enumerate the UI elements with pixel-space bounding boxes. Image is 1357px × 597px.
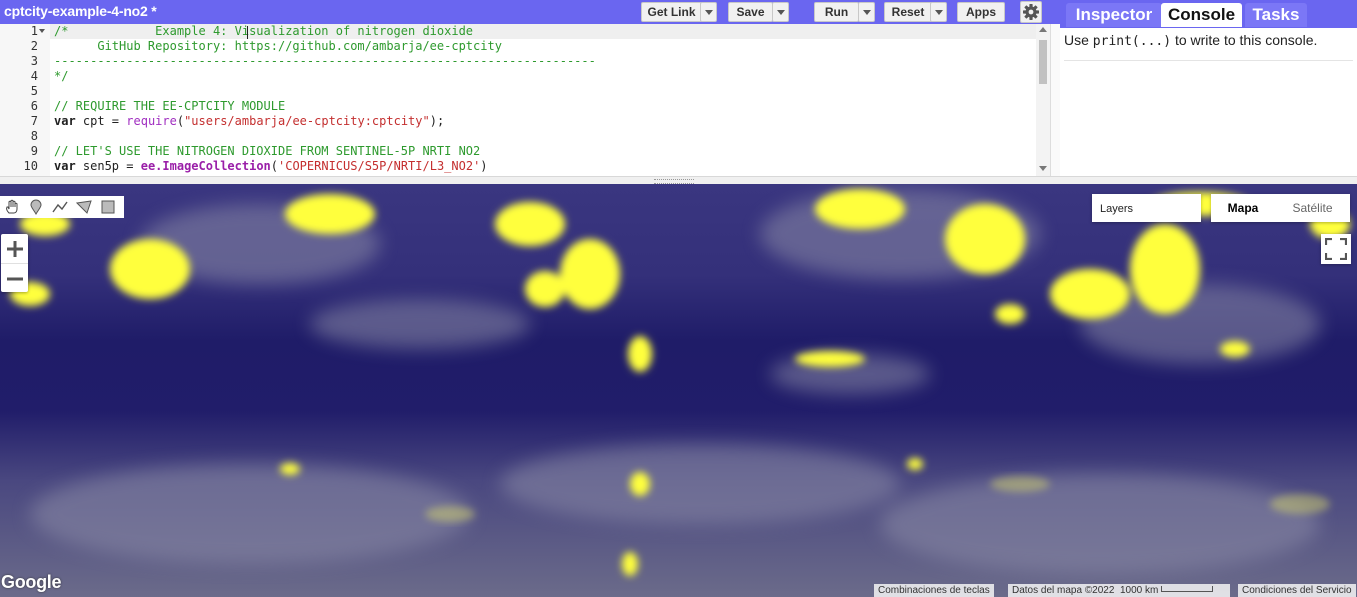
- code-token: // REQUIRE THE EE-CPTCITY MODULE: [54, 99, 286, 113]
- code-line[interactable]: 10 var sen5p = ee.ImageCollection('COPERN…: [0, 159, 1036, 174]
- reset-dropdown-icon[interactable]: [930, 2, 947, 22]
- scroll-down-icon[interactable]: [1039, 166, 1047, 171]
- right-panel-tabs: Inspector Console Tasks: [1060, 0, 1357, 28]
- map-type-control: Mapa Satélite: [1211, 194, 1350, 222]
- code-token: GitHub Repository: https://github.com/am…: [54, 39, 502, 53]
- console-hint-suffix: to write to this console.: [1171, 32, 1318, 48]
- console-panel: Use print(...) to write to this console.: [1060, 28, 1357, 176]
- terms-of-service-link[interactable]: Condiciones del Servicio: [1238, 584, 1356, 597]
- line-number: 1: [30, 24, 38, 38]
- layers-selector[interactable]: Layers: [1092, 194, 1201, 222]
- code-token: );: [429, 114, 445, 128]
- settings-gear-icon[interactable]: [1020, 1, 1042, 23]
- code-line[interactable]: 7 var cpt = require("users/ambarja/ee-cpt…: [0, 114, 1036, 129]
- code-editor[interactable]: 1 /* Example 4: Visualization of nitrogen…: [0, 24, 1050, 176]
- code-token: "users/ambarja/ee-cptcity:cptcity": [184, 114, 430, 128]
- map-data-text: Datos del mapa ©2022: [1012, 585, 1115, 596]
- zoom-out-icon[interactable]: [1, 263, 28, 293]
- code-token: (: [176, 114, 185, 128]
- run-button[interactable]: Run: [814, 2, 859, 22]
- no2-raster-layer: [0, 184, 1357, 597]
- code-token: cpt =: [75, 114, 127, 128]
- code-text: // LET'S USE THE NITROGEN DIOXIDE FROM S…: [54, 144, 480, 159]
- editor-scrollbar[interactable]: [1036, 24, 1050, 176]
- console-hint-code: print(...): [1092, 34, 1172, 49]
- line-number: 8: [30, 129, 38, 143]
- line-number: 6: [30, 99, 38, 113]
- draw-rectangle-icon[interactable]: [96, 196, 120, 218]
- code-text: // REQUIRE THE EE-CPTCITY MODULE: [54, 99, 285, 114]
- code-text: ----------------------------------------…: [54, 54, 596, 69]
- text-cursor: [247, 26, 248, 39]
- pan-hand-icon[interactable]: [0, 196, 24, 218]
- code-token: require: [126, 114, 177, 128]
- code-token: (: [270, 159, 278, 173]
- save-dropdown-icon[interactable]: [772, 2, 789, 22]
- add-marker-icon[interactable]: [24, 196, 48, 218]
- get-link-dropdown-icon[interactable]: [700, 2, 717, 22]
- console-hint: Use print(...) to write to this console.: [1064, 32, 1317, 49]
- vertical-splitter[interactable]: [1050, 24, 1060, 176]
- code-line[interactable]: 1 /* Example 4: Visualization of nitrogen…: [0, 24, 1036, 39]
- line-number: 3: [30, 54, 38, 68]
- code-token: /* Example 4: Visualization of nitrogen …: [54, 24, 474, 38]
- line-number: 4: [30, 69, 38, 83]
- tab-inspector[interactable]: Inspector: [1066, 3, 1162, 27]
- map-data-attribution: Datos del mapa ©2022 1000 km: [1008, 584, 1230, 597]
- code-text: GitHub Repository: https://github.com/am…: [54, 39, 502, 54]
- code-text: var cpt = require("users/ambarja/ee-cptc…: [54, 114, 444, 129]
- map-view[interactable]: Layers Mapa Satélite Google Combinacione…: [0, 184, 1357, 597]
- code-token: ): [480, 159, 488, 173]
- code-token: ee.ImageCollection: [140, 159, 271, 173]
- line-number: 9: [30, 144, 38, 158]
- code-token: ----------------------------------------…: [54, 54, 596, 68]
- code-text: */: [54, 69, 68, 84]
- code-line[interactable]: 6 // REQUIRE THE EE-CPTCITY MODULE: [0, 99, 1036, 114]
- line-number: 5: [30, 84, 38, 98]
- line-number: 2: [30, 39, 38, 53]
- zoom-control: [1, 234, 28, 292]
- console-divider: [1064, 60, 1353, 61]
- code-token: // LET'S USE THE NITROGEN DIOXIDE FROM S…: [54, 144, 481, 158]
- google-logo: Google: [1, 572, 62, 592]
- horizontal-splitter[interactable]: [0, 176, 1357, 184]
- line-number: 7: [30, 114, 38, 128]
- console-hint-prefix: Use: [1064, 32, 1093, 48]
- tab-console[interactable]: Console: [1161, 3, 1242, 27]
- draw-line-icon[interactable]: [48, 196, 72, 218]
- scale-bar: [1161, 585, 1214, 592]
- keyboard-shortcuts-link[interactable]: Combinaciones de teclas: [874, 584, 994, 597]
- code-text: /* Example 4: Visualization of nitrogen …: [54, 24, 473, 39]
- gear-icon: [1023, 4, 1039, 20]
- zoom-in-icon[interactable]: [1, 234, 28, 263]
- line-number: 10: [23, 159, 38, 173]
- code-line[interactable]: 9 // LET'S USE THE NITROGEN DIOXIDE FROM …: [0, 144, 1036, 159]
- drawing-toolbar: [0, 196, 124, 218]
- apps-button[interactable]: Apps: [957, 2, 1005, 22]
- map-type-mapa[interactable]: Mapa: [1211, 194, 1275, 222]
- code-text: var sen5p = ee.ImageCollection('COPERNIC…: [54, 159, 488, 174]
- get-link-button[interactable]: Get Link: [641, 2, 702, 22]
- code-line[interactable]: 8: [0, 129, 1036, 144]
- code-line[interactable]: 3 ---------------------------------------…: [0, 54, 1036, 69]
- scroll-up-icon[interactable]: [1039, 27, 1047, 32]
- draw-polygon-icon[interactable]: [72, 196, 96, 218]
- code-token: sen5p =: [75, 159, 141, 173]
- code-line[interactable]: 5: [0, 84, 1036, 99]
- code-token: 'COPERNICUS/S5P/NRTI/L3_NO2': [278, 159, 481, 173]
- script-title[interactable]: cptcity-example-4-no2 *: [4, 3, 157, 19]
- code-line[interactable]: 2 GitHub Repository: https://github.com/…: [0, 39, 1036, 54]
- code-token: var: [54, 114, 76, 128]
- tab-tasks[interactable]: Tasks: [1245, 3, 1307, 27]
- fullscreen-icon[interactable]: [1321, 234, 1351, 264]
- code-line[interactable]: 4 */: [0, 69, 1036, 84]
- code-token: */: [54, 69, 69, 83]
- map-type-satelite[interactable]: Satélite: [1275, 194, 1350, 222]
- scale-label: 1000 km: [1120, 585, 1159, 596]
- scrollbar-thumb[interactable]: [1039, 40, 1047, 84]
- save-button[interactable]: Save: [728, 2, 773, 22]
- run-dropdown-icon[interactable]: [858, 2, 875, 22]
- code-token: var: [54, 159, 76, 173]
- reset-button[interactable]: Reset: [884, 2, 932, 22]
